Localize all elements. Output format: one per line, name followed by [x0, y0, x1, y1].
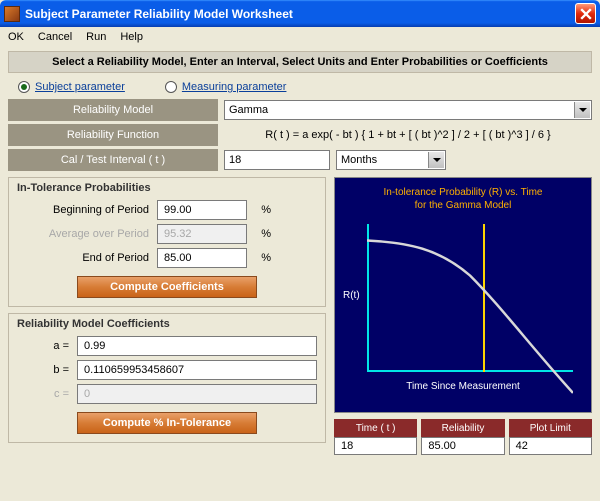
row-reliability-model: Reliability Model Gamma	[8, 99, 592, 121]
plot-curve	[367, 224, 573, 430]
radio-subject-label: Subject parameter	[35, 81, 125, 93]
readout-plotlimit-value: 42	[509, 437, 592, 455]
input-avg-probability: 95.32	[157, 224, 247, 244]
plot-x-label: Time Since Measurement	[335, 381, 591, 392]
label-reliability-function: Reliability Function	[8, 124, 218, 146]
radio-dot-icon	[165, 81, 177, 93]
app-icon	[4, 6, 20, 22]
readout-reliability-value: 85.00	[421, 437, 504, 455]
window-title: Subject Parameter Reliability Model Work…	[25, 7, 575, 21]
select-reliability-model[interactable]: Gamma	[224, 100, 592, 120]
menu-bar: OK Cancel Run Help	[0, 27, 600, 47]
group-model-coefficients: Reliability Model Coefficients a = 0.99 …	[8, 313, 326, 443]
input-end-probability[interactable]: 85.00	[157, 248, 247, 268]
group-title: In-Tolerance Probabilities	[17, 182, 317, 194]
radio-measuring-label: Measuring parameter	[182, 81, 287, 93]
menu-help[interactable]: Help	[120, 31, 143, 43]
label-interval: Cal / Test Interval ( t )	[8, 149, 218, 171]
reliability-function-text: R( t ) = a exp( - bt ) { 1 + bt + [ ( bt…	[224, 129, 592, 141]
radio-measuring-parameter[interactable]: Measuring parameter	[165, 81, 287, 93]
readout-time-value: 18	[334, 437, 417, 455]
radio-dot-icon	[18, 81, 30, 93]
mode-radio-group: Subject parameter Measuring parameter	[8, 77, 592, 99]
select-interval-units[interactable]: Months	[336, 150, 446, 170]
title-bar: Subject Parameter Reliability Model Work…	[0, 0, 600, 27]
main-panel: Select a Reliability Model, Enter an Int…	[0, 47, 600, 463]
label-avg-period: Average over Period	[17, 228, 157, 240]
input-coef-c: 0	[77, 384, 317, 404]
plot-y-label: R(t)	[343, 290, 360, 301]
input-begin-probability[interactable]: 99.00	[157, 200, 247, 220]
input-coef-b[interactable]: 0.110659953458607	[77, 360, 317, 380]
plot-title: In-tolerance Probability (R) vs. Time fo…	[335, 178, 591, 212]
compute-coefficients-button[interactable]: Compute Coefficients	[77, 276, 257, 298]
label-coef-a: a =	[17, 340, 77, 352]
menu-ok[interactable]: OK	[8, 31, 24, 43]
label-coef-c: c =	[17, 388, 77, 400]
select-value: Months	[341, 154, 377, 166]
percent-label: %	[247, 228, 271, 240]
input-coef-a[interactable]: 0.99	[77, 336, 317, 356]
reliability-plot: In-tolerance Probability (R) vs. Time fo…	[334, 177, 592, 413]
row-reliability-function: Reliability Function R( t ) = a exp( - b…	[8, 124, 592, 146]
label-begin-period: Beginning of Period	[17, 204, 157, 216]
chevron-down-icon	[428, 152, 444, 168]
close-button[interactable]	[575, 3, 596, 24]
row-interval: Cal / Test Interval ( t ) 18 Months	[8, 149, 592, 171]
close-icon	[580, 8, 592, 20]
label-coef-b: b =	[17, 364, 77, 376]
input-interval-value[interactable]: 18	[224, 150, 330, 170]
instruction-text: Select a Reliability Model, Enter an Int…	[8, 51, 592, 73]
percent-label: %	[247, 252, 271, 264]
menu-run[interactable]: Run	[86, 31, 106, 43]
percent-label: %	[247, 204, 271, 216]
group-in-tolerance-probabilities: In-Tolerance Probabilities Beginning of …	[8, 177, 326, 307]
label-end-period: End of Period	[17, 252, 157, 264]
radio-subject-parameter[interactable]: Subject parameter	[18, 81, 125, 93]
menu-cancel[interactable]: Cancel	[38, 31, 72, 43]
group-title: Reliability Model Coefficients	[17, 318, 317, 330]
label-reliability-model: Reliability Model	[8, 99, 218, 121]
compute-pct-intolerance-button[interactable]: Compute % In-Tolerance	[77, 412, 257, 434]
chevron-down-icon	[574, 102, 590, 118]
select-value: Gamma	[229, 104, 268, 116]
